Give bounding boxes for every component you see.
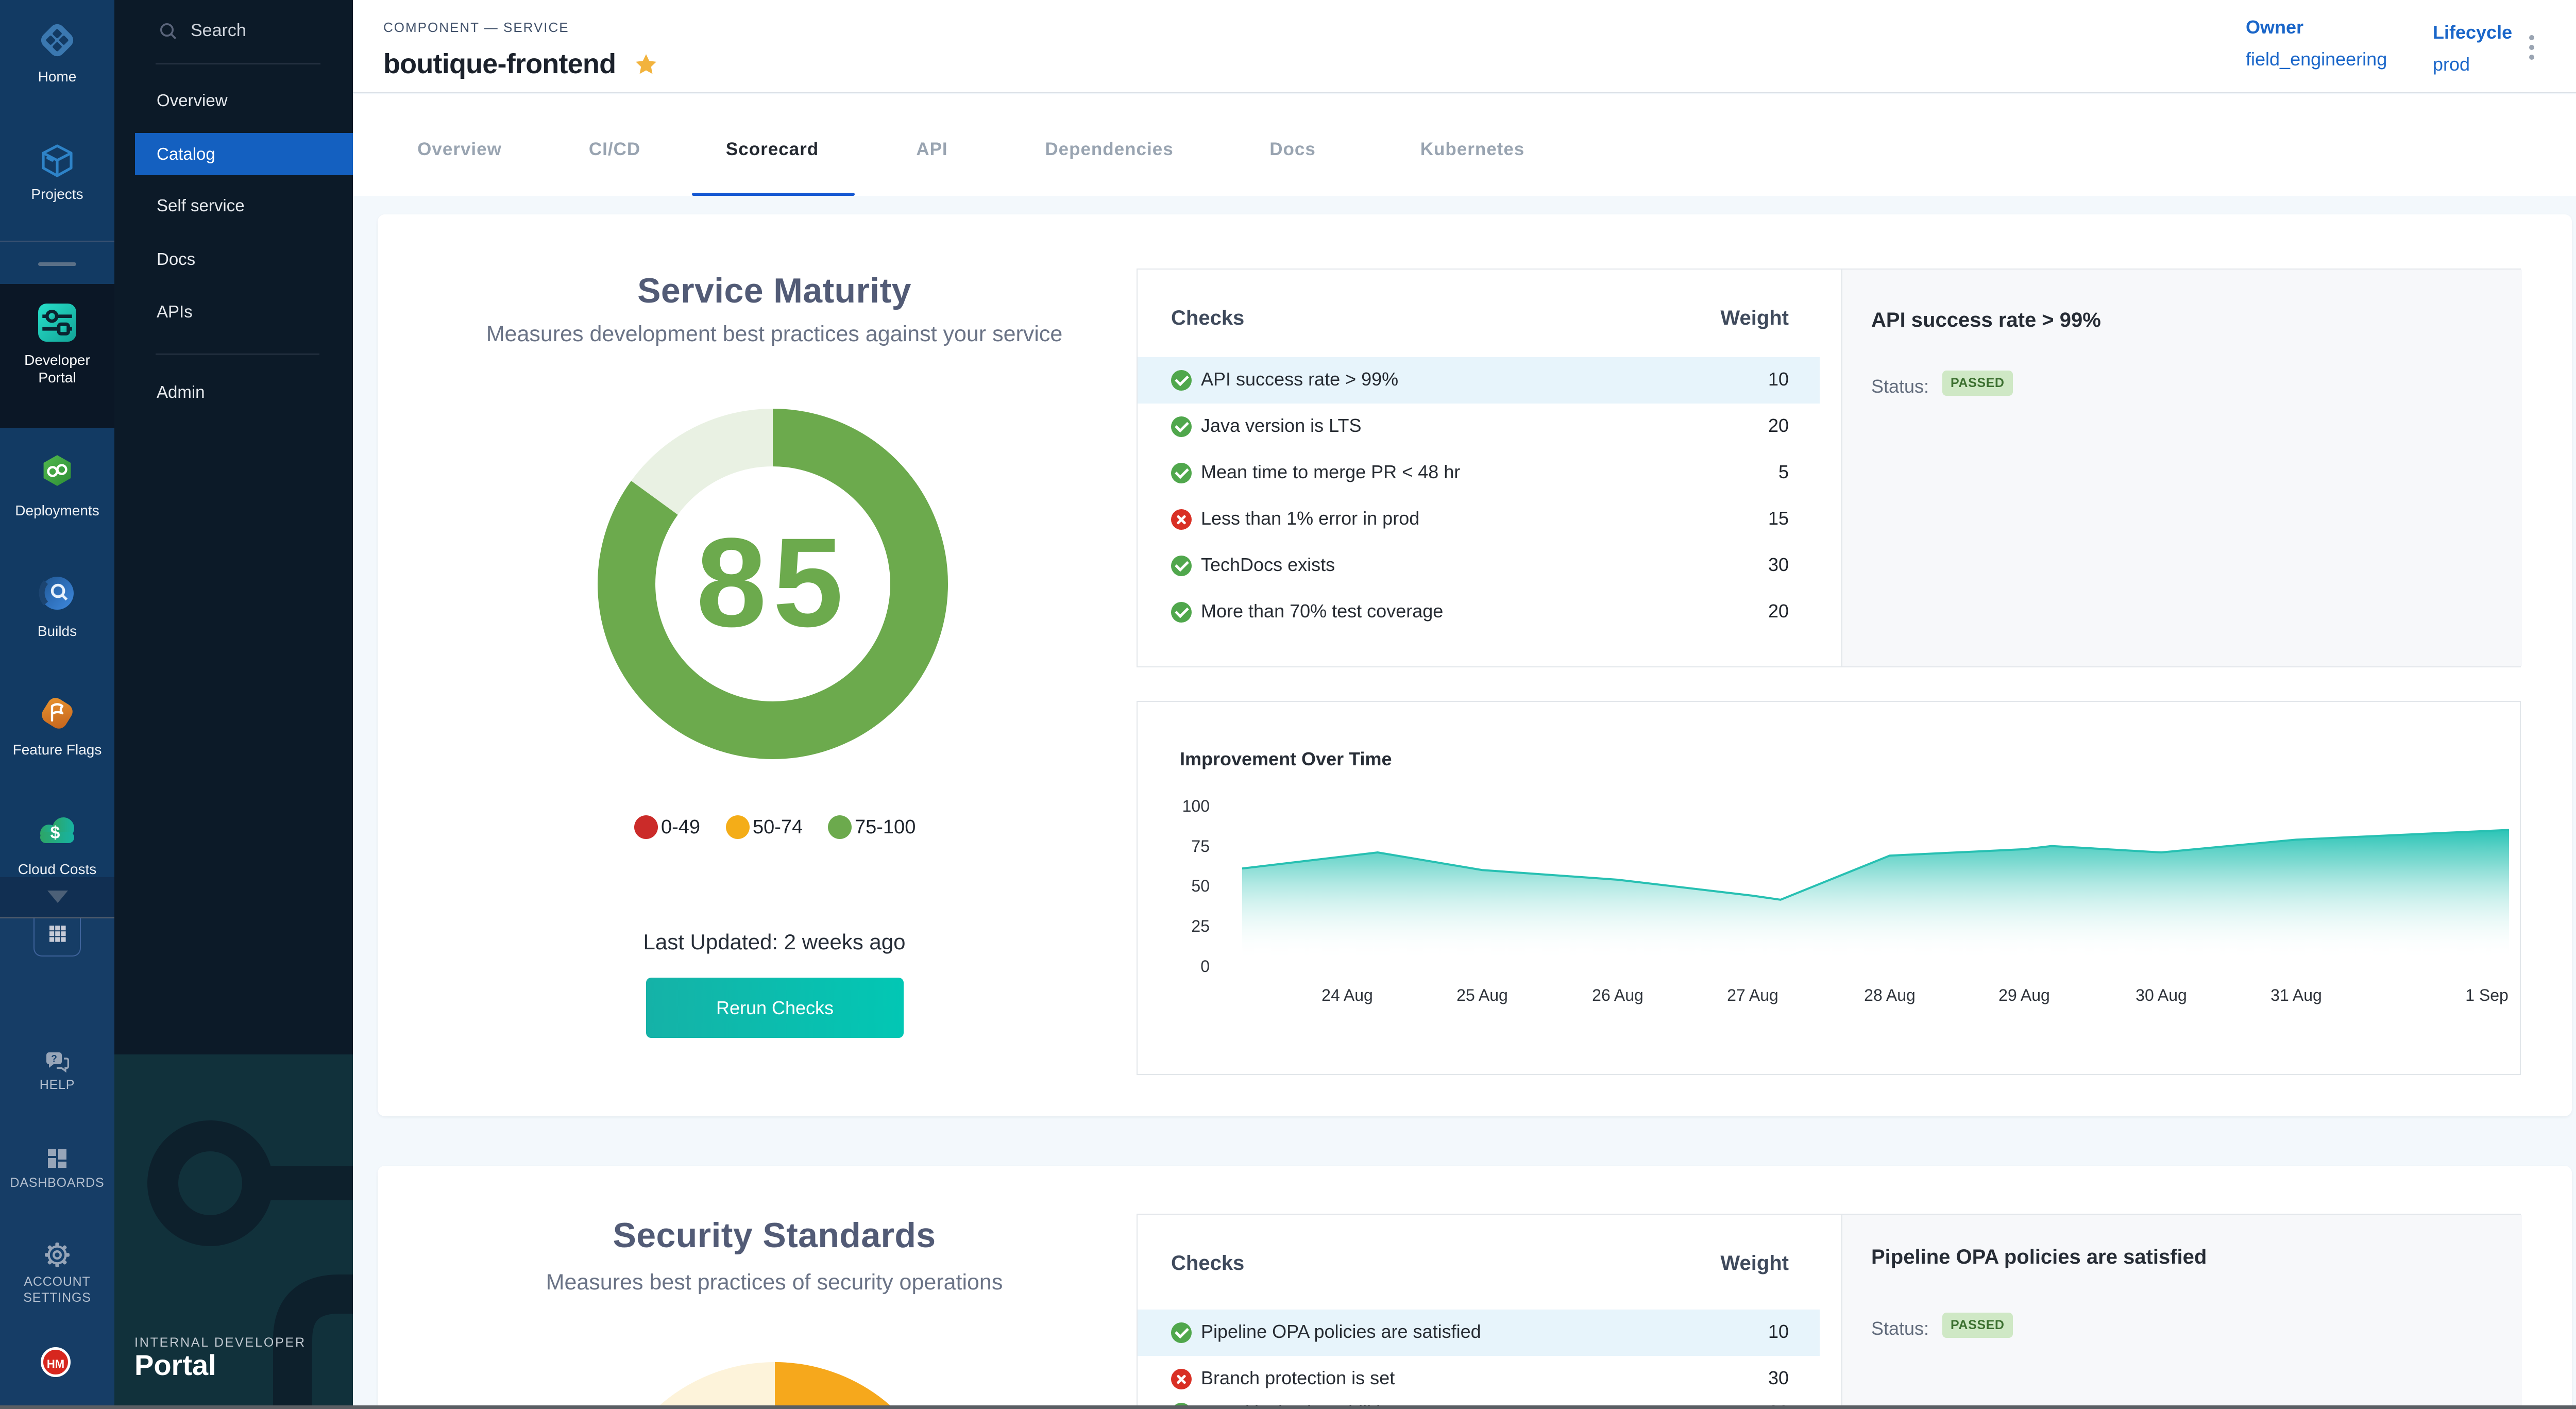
svg-text:100: 100 [1182, 797, 1210, 815]
svg-text:0: 0 [1200, 957, 1210, 976]
svg-text:25: 25 [1191, 917, 1210, 935]
svg-text:75: 75 [1191, 837, 1210, 856]
svg-text:24 Aug: 24 Aug [1321, 986, 1373, 1004]
svg-text:31 Aug: 31 Aug [2270, 986, 2322, 1004]
svg-text:50: 50 [1191, 877, 1210, 895]
svg-text:85: 85 [696, 512, 850, 653]
svg-text:?: ? [51, 1054, 57, 1065]
svg-text:30 Aug: 30 Aug [2136, 986, 2187, 1004]
svg-text:28 Aug: 28 Aug [1864, 986, 1916, 1004]
svg-text:$: $ [50, 823, 60, 843]
svg-text:1 Sep: 1 Sep [2465, 986, 2509, 1004]
svg-text:25 Aug: 25 Aug [1456, 986, 1508, 1004]
svg-text:27 Aug: 27 Aug [1727, 986, 1778, 1004]
svg-text:29 Aug: 29 Aug [1998, 986, 2050, 1004]
svg-text:26 Aug: 26 Aug [1592, 986, 1643, 1004]
